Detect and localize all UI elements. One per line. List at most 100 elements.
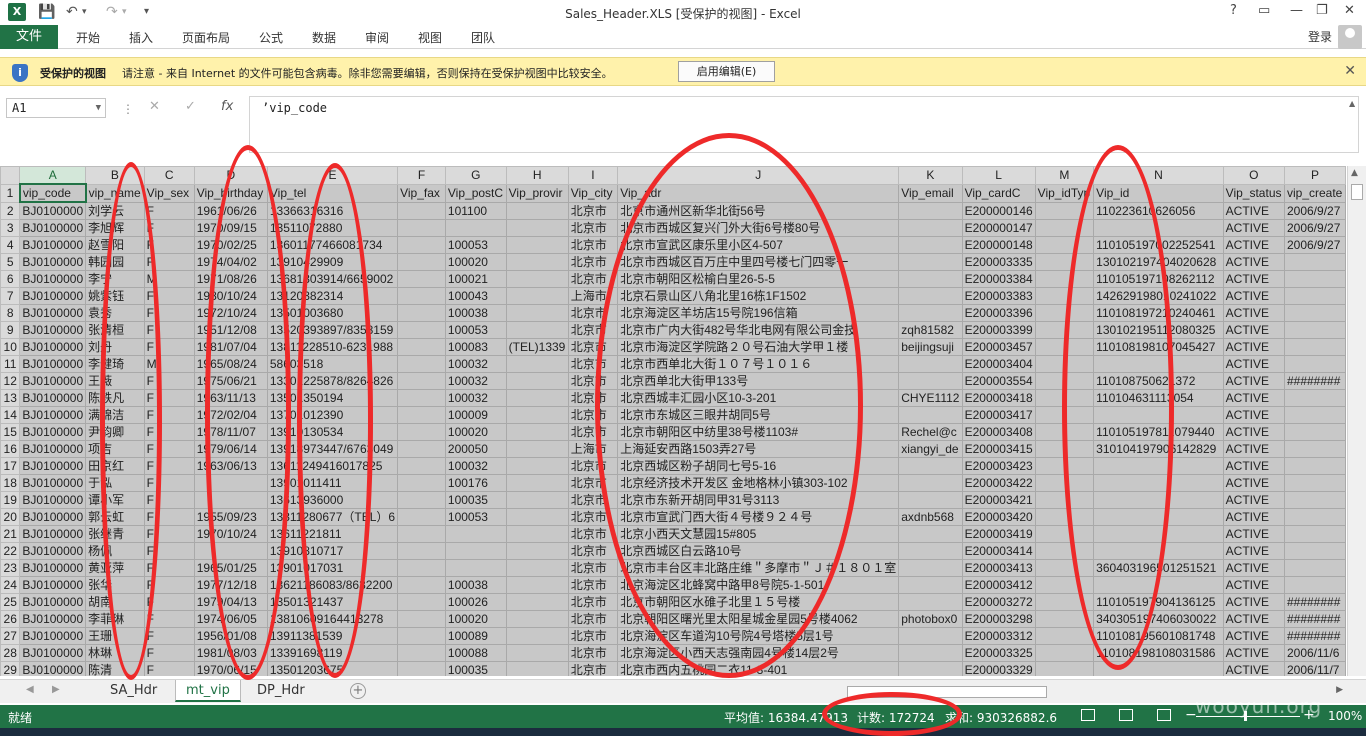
cell-k25[interactable] [898, 593, 963, 611]
cell-o6[interactable]: ACTIVE [1222, 270, 1285, 288]
cell-k18[interactable] [898, 474, 963, 492]
cell-b6[interactable]: 李宁 [85, 270, 145, 288]
cell-f3[interactable] [397, 219, 446, 237]
cell-j28[interactable]: 北京海淀区小西天志强南园4号楼14层2号 [617, 644, 900, 662]
cell-i11[interactable]: 北京市 [567, 355, 619, 373]
cell-l16[interactable]: E200003415 [961, 440, 1036, 458]
cell-d28[interactable]: 1981/08/03 [193, 644, 268, 662]
cell-j5[interactable]: 北京市西城区百万庄中里四号楼七门四零一 [617, 253, 900, 271]
cell-a3[interactable]: BJ0100000 [19, 219, 87, 237]
cell-g10[interactable]: 100083 [444, 338, 507, 356]
cell-h10[interactable]: (TEL)1339 [505, 338, 569, 356]
cell-b7[interactable]: 姚紫钰 [85, 287, 145, 305]
cell-g3[interactable] [444, 219, 507, 237]
tab-file[interactable]: 文件 [0, 25, 58, 49]
row-header[interactable]: 27 [0, 627, 21, 645]
cell-d22[interactable] [193, 542, 268, 560]
cell-l25[interactable]: E200003272 [961, 593, 1036, 611]
cell-i1[interactable]: Vip_city [567, 183, 619, 203]
cell-b9[interactable]: 张清桓 [85, 321, 145, 339]
cell-p20[interactable] [1283, 508, 1346, 526]
cell-n25[interactable]: 110105197904136125 [1093, 593, 1224, 611]
cell-m13[interactable] [1034, 389, 1095, 407]
cell-k22[interactable] [898, 542, 963, 560]
cell-i18[interactable]: 北京市 [567, 474, 619, 492]
cell-k4[interactable] [898, 236, 963, 254]
cell-j8[interactable]: 北京海淀区羊坊店15号院196信箱 [617, 304, 900, 322]
cell-j13[interactable]: 北京西城丰汇园小区10-3-201 [617, 389, 900, 407]
cell-g21[interactable] [444, 525, 507, 543]
cell-d27[interactable]: 1956/01/08 [193, 627, 268, 645]
cell-a8[interactable]: BJ0100000 [19, 304, 87, 322]
cell-i7[interactable]: 上海市 [567, 287, 619, 305]
cell-a27[interactable]: BJ0100000 [19, 627, 87, 645]
cell-b5[interactable]: 韩园园 [85, 253, 145, 271]
row-header[interactable]: 26 [0, 610, 21, 628]
cell-l10[interactable]: E200003457 [961, 338, 1036, 356]
row-header[interactable]: 12 [0, 372, 21, 390]
cell-e27[interactable]: 13911381539 [266, 627, 399, 645]
cell-k16[interactable]: xiangyi_de [898, 440, 963, 458]
cell-a11[interactable]: BJ0100000 [19, 355, 87, 373]
cell-d18[interactable] [193, 474, 268, 492]
cell-m2[interactable] [1034, 201, 1095, 220]
column-header-p[interactable]: P [1283, 166, 1346, 185]
avatar[interactable] [1338, 25, 1362, 49]
cell-l8[interactable]: E200003396 [961, 304, 1036, 322]
cell-a24[interactable]: BJ0100000 [19, 576, 87, 594]
cell-l24[interactable]: E200003412 [961, 576, 1036, 594]
cell-o4[interactable]: ACTIVE [1222, 236, 1285, 254]
cell-n2[interactable]: 110223610626056 [1093, 201, 1224, 220]
cell-p28[interactable]: 2006/11/6 [1283, 644, 1346, 662]
cell-f14[interactable] [397, 406, 446, 424]
cell-f7[interactable] [397, 287, 446, 305]
cell-e15[interactable]: 13910130534 [266, 423, 399, 441]
cell-n16[interactable]: 310104197906142829 [1093, 440, 1224, 458]
cell-c13[interactable]: F [143, 389, 195, 407]
cell-i22[interactable]: 北京市 [567, 542, 619, 560]
row-header[interactable]: 25 [0, 593, 21, 611]
cell-k1[interactable]: Vip_email [898, 183, 963, 203]
cell-g23[interactable] [444, 559, 507, 577]
cell-l18[interactable]: E200003422 [961, 474, 1036, 492]
cell-k11[interactable] [898, 355, 963, 373]
cell-c5[interactable]: F [143, 253, 195, 271]
cell-a20[interactable]: BJ0100000 [19, 508, 87, 526]
cell-d15[interactable]: 1978/11/07 [193, 423, 268, 441]
cell-l20[interactable]: E200003420 [961, 508, 1036, 526]
tab-insert[interactable]: 插入 [129, 29, 153, 46]
column-header-k[interactable]: K [898, 166, 963, 185]
cell-e14[interactable]: 13701012390 [266, 406, 399, 424]
cell-h29[interactable] [505, 661, 569, 676]
cell-f17[interactable] [397, 457, 446, 475]
tab-team[interactable]: 团队 [471, 29, 495, 46]
cell-g9[interactable]: 100053 [444, 321, 507, 339]
cell-d9[interactable]: 1951/12/08 [193, 321, 268, 339]
cell-b27[interactable]: 王珊 [85, 627, 145, 645]
cell-n17[interactable] [1093, 457, 1224, 475]
cell-b1[interactable]: vip_name [85, 183, 145, 203]
cell-c22[interactable]: F [143, 542, 195, 560]
cell-e29[interactable]: 13501203675 [266, 661, 399, 676]
cell-d8[interactable]: 1972/10/24 [193, 304, 268, 322]
cell-j23[interactable]: 北京市丰台区丰北路庄维＂多摩市＂Ｊ＃１８０１室 [617, 559, 900, 577]
cell-a28[interactable]: BJ0100000 [19, 644, 87, 662]
cell-o14[interactable]: ACTIVE [1222, 406, 1285, 424]
cell-g14[interactable]: 100009 [444, 406, 507, 424]
cell-c26[interactable]: F [143, 610, 195, 628]
cell-a19[interactable]: BJ0100000 [19, 491, 87, 509]
cell-c2[interactable]: F [143, 201, 195, 220]
enable-editing-button[interactable]: 启用编辑(E) [678, 61, 775, 82]
cell-g26[interactable]: 100020 [444, 610, 507, 628]
row-header[interactable]: 17 [0, 457, 21, 475]
cell-c25[interactable]: F [143, 593, 195, 611]
cell-j25[interactable]: 北京市朝阳区水碓子北里１５号楼 [617, 593, 900, 611]
cell-j26[interactable]: 北京朝阳区曙光里太阳星城金星园5号楼4062 [617, 610, 900, 628]
cell-c21[interactable]: F [143, 525, 195, 543]
tab-view[interactable]: 视图 [418, 29, 442, 46]
cell-l15[interactable]: E200003408 [961, 423, 1036, 441]
cell-d5[interactable]: 1974/04/02 [193, 253, 268, 271]
cell-h9[interactable] [505, 321, 569, 339]
cell-j16[interactable]: 上海延安西路1503弄27号 [617, 440, 900, 458]
cell-i4[interactable]: 北京市 [567, 236, 619, 254]
